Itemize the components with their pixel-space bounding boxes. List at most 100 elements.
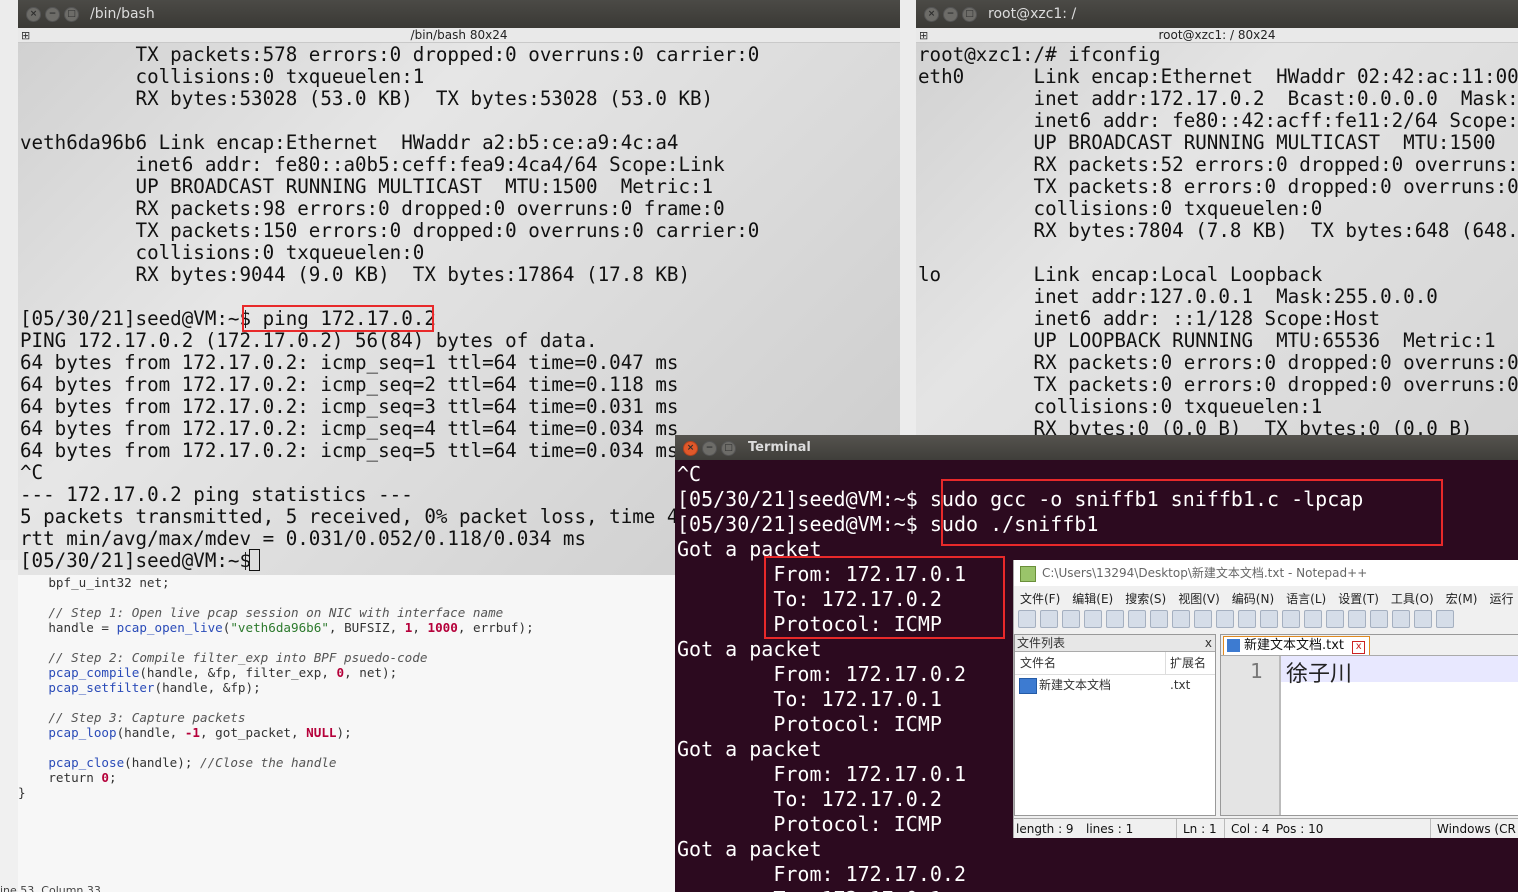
show-all-icon[interactable] — [1436, 610, 1454, 628]
status-length: length : 9 — [1016, 822, 1074, 836]
tab-title: root@xzc1: / 80x24 — [1158, 28, 1276, 42]
code-line: pcap_loop(handle, -1, got_packet, NULL); — [18, 725, 534, 740]
column-header-name[interactable]: 文件名 — [1020, 652, 1056, 674]
root-titlebar[interactable]: × − □ root@xzc1: / — [916, 0, 1518, 28]
sync-h-icon[interactable] — [1392, 610, 1410, 628]
terminal-tab-bar[interactable]: ⊞ /bin/bash 80x24 — [18, 28, 900, 43]
terminal-line: --- 172.17.0.2 ping statistics --- — [20, 483, 413, 506]
terminal-menu-icon[interactable]: ⊞ — [919, 29, 928, 43]
open-file-icon[interactable] — [1040, 610, 1058, 628]
zoom-out-icon[interactable] — [1348, 610, 1366, 628]
menu-bar[interactable]: 文件(F) 编辑(E) 搜索(S) 视图(V) 编码(N) 语言(L) 设置(T) 工具(O)… — [1020, 590, 1513, 607]
sync-v-icon[interactable] — [1370, 610, 1388, 628]
minimize-icon[interactable]: − — [943, 7, 958, 22]
terminal-line: TX packets:578 errors:0 dropped:0 overru… — [20, 43, 760, 66]
close-all-icon[interactable] — [1128, 610, 1146, 628]
print-icon[interactable] — [1150, 610, 1168, 628]
notepad-status-bar: length : 9 lines : 1 Ln : 1 Col : 4 Pos … — [1014, 818, 1518, 838]
terminal-line: RX packets:52 errors:0 dropped:0 overrun… — [918, 153, 1518, 176]
terminal-line: 64 bytes from 172.17.0.2: icmp_seq=4 ttl… — [20, 417, 679, 440]
close-icon[interactable] — [1106, 610, 1124, 628]
file-list-panel[interactable]: 文件列表 x 文件名 扩展名 新建文本文档 .txt — [1014, 634, 1216, 816]
close-icon[interactable]: × — [683, 441, 698, 456]
menu-item[interactable]: 编码(N) — [1232, 590, 1274, 607]
redo-icon[interactable] — [1260, 610, 1278, 628]
find-icon[interactable] — [1282, 610, 1300, 628]
undo-icon[interactable] — [1238, 610, 1256, 628]
new-file-icon[interactable] — [1018, 610, 1036, 628]
terminal-menu-icon[interactable]: ⊞ — [21, 29, 30, 43]
code-token: (handle); — [124, 755, 200, 770]
terminal-line: PING 172.17.0.2 (172.17.0.2) 56(84) byte… — [20, 329, 598, 352]
tab-close-button[interactable]: x — [1352, 641, 1366, 654]
code-text[interactable]: bpf_u_int32 net; // Step 1: Open live pc… — [18, 575, 534, 800]
code-token: pcap_setfilter — [48, 680, 155, 695]
toolbar[interactable] — [1018, 610, 1454, 628]
notepad-editor-pane[interactable]: 新建文本文档.txt x 1 徐子川 — [1220, 634, 1518, 816]
terminal-titlebar[interactable]: × − □ Terminal — [675, 435, 1518, 460]
terminal-line: UP BROADCAST RUNNING MULTICAST MTU:1500 … — [20, 175, 714, 198]
menu-item[interactable]: 运行 — [1489, 590, 1513, 607]
terminal-line: RX bytes:7804 (7.8 KB) TX bytes:648 (648… — [918, 219, 1518, 242]
minimize-icon[interactable]: − — [45, 7, 60, 22]
root-terminal-window[interactable]: × − □ root@xzc1: / ⊞ root@xzc1: / 80x24 … — [916, 0, 1518, 435]
code-token: // Step 3: Capture packets — [18, 710, 246, 725]
column-header-ext[interactable]: 扩展名 — [1165, 652, 1206, 674]
terminal-line: UP BROADCAST RUNNING MULTICAST MTU:1500 … — [918, 131, 1518, 154]
word-wrap-icon[interactable] — [1414, 610, 1432, 628]
panel-close-button[interactable]: x — [1205, 635, 1212, 651]
terminal-line: TX packets:150 errors:0 dropped:0 overru… — [20, 219, 760, 242]
menu-item[interactable]: 工具(O) — [1391, 590, 1434, 607]
close-icon[interactable]: × — [26, 7, 41, 22]
menu-item[interactable]: 搜索(S) — [1125, 590, 1166, 607]
code-token: ; — [109, 770, 117, 785]
editor-text[interactable]: 徐子川 — [1286, 656, 1352, 688]
menu-item[interactable]: 语言(L) — [1286, 590, 1326, 607]
menu-item[interactable]: 文件(F) — [1020, 590, 1060, 607]
bash-titlebar[interactable]: × − □ /bin/bash — [18, 0, 900, 28]
terminal-tab-bar[interactable]: ⊞ root@xzc1: / 80x24 — [916, 28, 1518, 43]
code-token: pcap_open_live — [116, 620, 223, 635]
paste-icon[interactable] — [1216, 610, 1234, 628]
copy-icon[interactable] — [1194, 610, 1212, 628]
current-line-highlight: 徐子川 — [1281, 656, 1518, 687]
terminal-line: UP LOOPBACK RUNNING MTU:65536 Metric:1 — [918, 329, 1496, 352]
menu-item[interactable]: 视图(V) — [1178, 590, 1220, 607]
menu-item[interactable]: 编辑(E) — [1072, 590, 1113, 607]
tab-file[interactable]: 新建文本文档.txt x — [1223, 636, 1371, 655]
notepad-titlebar[interactable]: C:\Users\13294\Desktop\新建文本文档.txt - Note… — [1014, 560, 1518, 586]
maximize-icon[interactable]: □ — [962, 7, 977, 22]
terminal-line: root@xzc1:/# ifconfig — [918, 43, 1161, 66]
save-all-icon[interactable] — [1084, 610, 1102, 628]
save-icon[interactable] — [1062, 610, 1080, 628]
minimize-icon[interactable]: − — [702, 441, 717, 456]
maximize-icon[interactable]: □ — [64, 7, 79, 22]
close-icon[interactable]: × — [924, 7, 939, 22]
terminal-line: ^C — [20, 461, 44, 484]
code-editor[interactable]: bpf_u_int32 net; // Step 1: Open live pc… — [0, 560, 680, 892]
file-list-item[interactable]: 新建文本文档 .txt — [1015, 675, 1215, 695]
code-line: // Step 2: Compile filter_exp into BPF p… — [18, 650, 534, 665]
terminal-line: RX bytes:0 (0.0 B) TX bytes:0 (0.0 B) — [918, 417, 1473, 436]
replace-icon[interactable] — [1304, 610, 1322, 628]
menu-item[interactable]: 设置(T) — [1338, 590, 1379, 607]
code-token: bpf_u_int32 net; — [18, 575, 170, 590]
highlight-box-sniffer-commands — [941, 479, 1443, 546]
menu-item[interactable]: 宏(M) — [1446, 590, 1478, 607]
highlight-box-ping-command — [242, 305, 434, 332]
code-line: return 0; — [18, 770, 534, 785]
zoom-in-icon[interactable] — [1326, 610, 1344, 628]
editor-status-bar: ine 53, Column 33 — [0, 884, 101, 892]
code-line: bpf_u_int32 net; — [18, 575, 534, 590]
code-line: } — [18, 785, 534, 800]
maximize-icon[interactable]: □ — [721, 441, 736, 456]
cut-icon[interactable] — [1172, 610, 1190, 628]
terminal-output[interactable]: root@xzc1:/# ifconfig eth0 Link encap:Eth… — [918, 43, 1518, 436]
terminal-line: 64 bytes from 172.17.0.2: icmp_seq=2 ttl… — [20, 373, 679, 396]
notepad-plus-plus-window[interactable]: C:\Users\13294\Desktop\新建文本文档.txt - Note… — [1013, 560, 1518, 838]
